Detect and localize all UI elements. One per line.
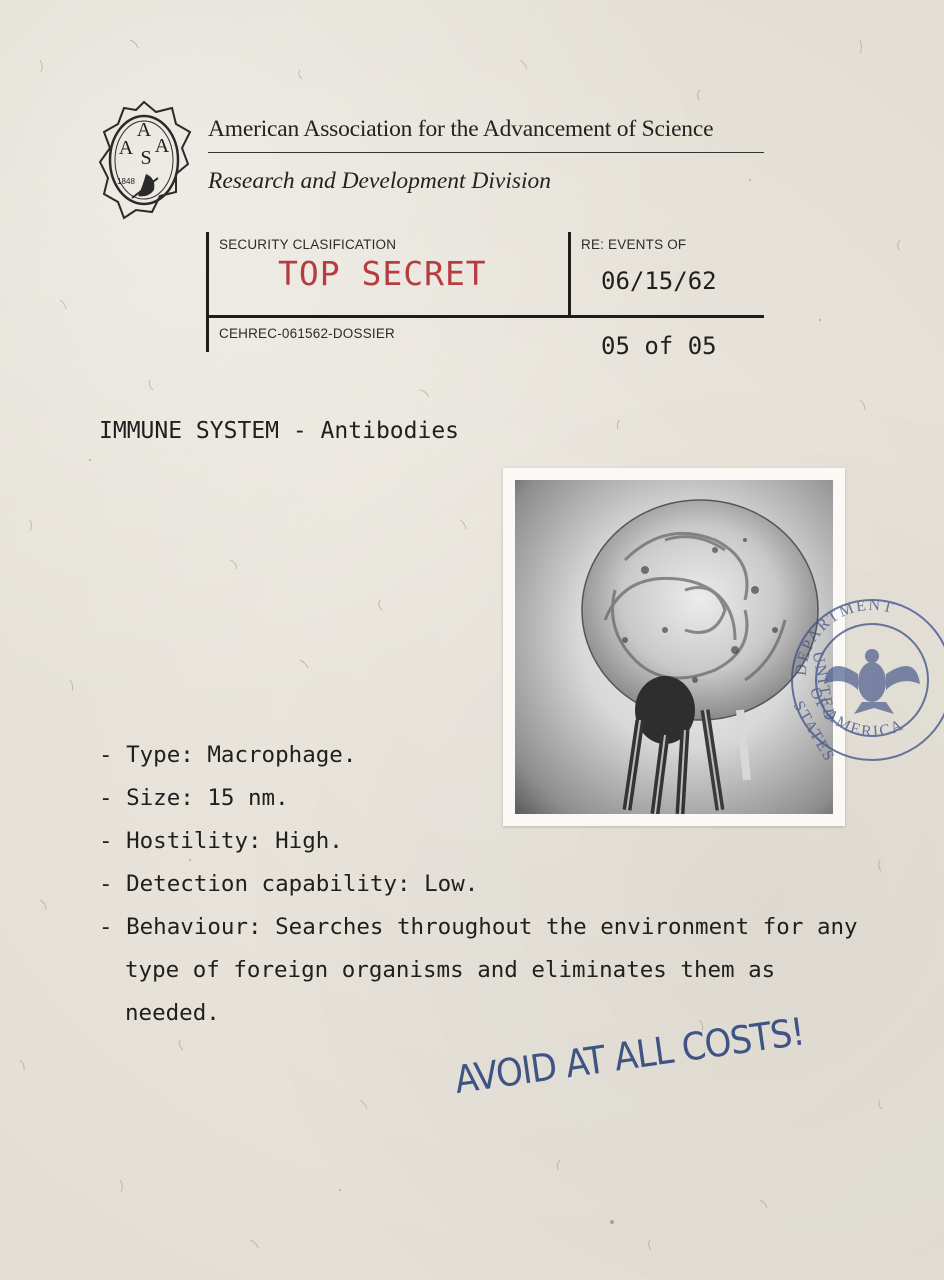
box-middle-divider bbox=[568, 232, 571, 316]
security-classification-label: SECURITY CLASIFICATION bbox=[219, 237, 397, 252]
fact-detection: - Detection capability: Low. bbox=[99, 871, 479, 897]
fact-behaviour: - Behaviour: Searches throughout the env… bbox=[99, 914, 872, 1026]
seal-year: 1848 bbox=[117, 177, 135, 186]
seal-letter-2: A bbox=[119, 137, 134, 159]
box-horizontal-divider bbox=[206, 315, 764, 318]
section-heading: IMMUNE SYSTEM - Antibodies bbox=[99, 418, 460, 444]
organization-name: American Association for the Advancement… bbox=[208, 116, 714, 142]
seal-letter-4: A bbox=[155, 135, 170, 157]
box-left-border bbox=[206, 232, 209, 352]
header-divider bbox=[208, 152, 764, 153]
division-name: Research and Development Division bbox=[208, 168, 552, 194]
re-events-date: 06/15/62 bbox=[601, 267, 717, 295]
re-events-label: RE: EVENTS OF bbox=[581, 237, 687, 252]
aaas-seal-logo: A A S A 1848 bbox=[98, 100, 192, 220]
eagle-emblem bbox=[824, 649, 920, 714]
fact-hostility: - Hostility: High. bbox=[99, 828, 343, 854]
seal-letter-3: S bbox=[140, 147, 151, 169]
security-classification-value: TOP SECRET bbox=[278, 254, 487, 293]
fact-size: - Size: 15 nm. bbox=[99, 785, 289, 811]
stamp-top-text: DEPARTMENT bbox=[793, 597, 897, 677]
facts-list: - Type: Macrophage. - Size: 15 nm. - Hos… bbox=[99, 734, 859, 1035]
page-indicator: 05 of 05 bbox=[601, 332, 717, 360]
seal-letter-1: A bbox=[137, 119, 152, 141]
fact-type: - Type: Macrophage. bbox=[99, 742, 357, 768]
macrophage-body bbox=[581, 499, 819, 721]
dossier-code: CEHREC-061562-DOSSIER bbox=[219, 326, 396, 341]
